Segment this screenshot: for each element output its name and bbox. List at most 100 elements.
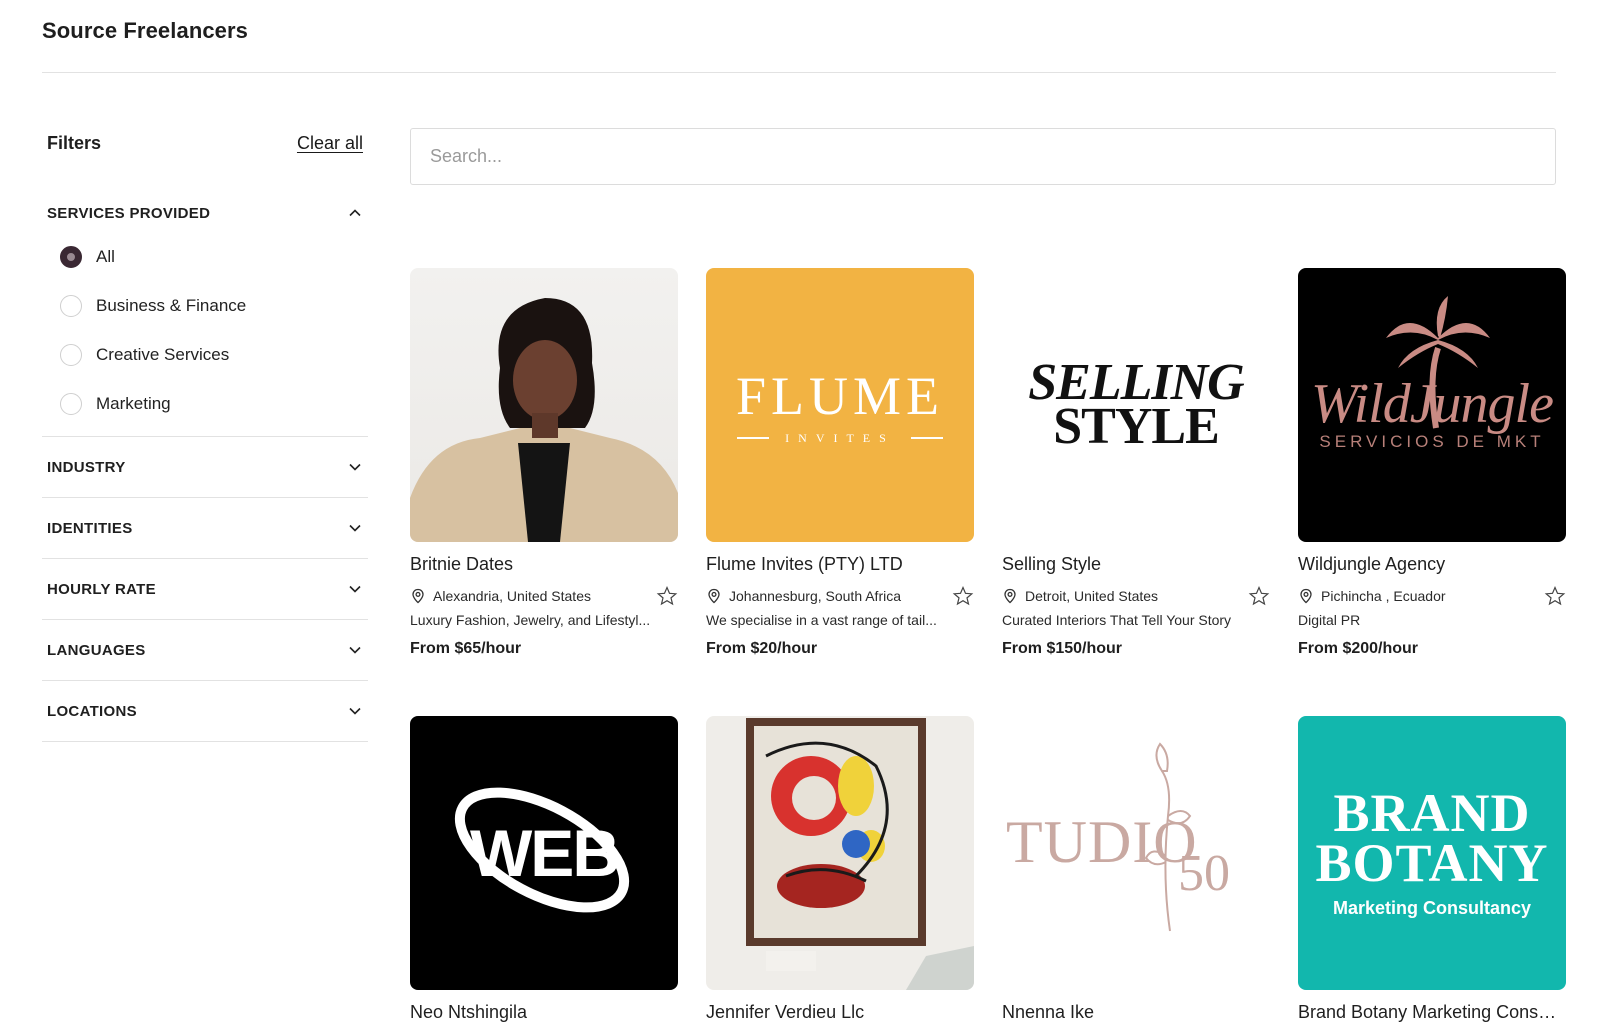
card-name[interactable]: Brand Botany Marketing Consul... xyxy=(1298,1002,1566,1023)
logo-subtext: SERVICIOS DE MKT xyxy=(1319,432,1545,451)
freelancer-card[interactable]: WildJungle SERVICIOS DE MKT Wildjungle A… xyxy=(1298,268,1566,658)
card-meta: Johannesburg, South Africa xyxy=(706,585,974,607)
logo-text: STYLE xyxy=(1053,398,1220,455)
logo-subline: INVITES xyxy=(737,431,943,446)
company-logo[interactable]: WildJungle SERVICIOS DE MKT xyxy=(1298,268,1566,542)
card-location: Detroit, United States xyxy=(1002,588,1158,604)
location-pin-icon xyxy=(706,588,722,604)
logo-text: WEB xyxy=(470,816,620,890)
freelancer-card[interactable]: SELLING STYLE Selling Style Detroit, Uni… xyxy=(1002,268,1270,658)
divider xyxy=(910,437,943,439)
company-logo[interactable]: WEB xyxy=(410,716,678,990)
card-description: Curated Interiors That Tell Your Story xyxy=(1002,612,1232,628)
logo-subtext: Marketing Consultancy xyxy=(1332,897,1532,918)
card-rate: From $65/hour xyxy=(410,640,522,657)
search-input[interactable] xyxy=(411,129,1555,184)
filter-locations[interactable]: LOCATIONS xyxy=(42,681,368,742)
logo-text: WildJungle xyxy=(1311,373,1554,435)
card-meta: Detroit, United States xyxy=(1002,585,1270,607)
chevron-down-icon xyxy=(347,642,363,658)
company-logo[interactable]: TUDIO 50 xyxy=(1002,716,1270,990)
chevron-down-icon xyxy=(347,581,363,597)
card-location: Alexandria, United States xyxy=(410,588,591,604)
divider xyxy=(737,437,770,439)
service-option-creative-services[interactable]: Creative Services xyxy=(42,330,368,379)
card-name[interactable]: Britnie Dates xyxy=(410,554,678,575)
card-meta: Alexandria, United States xyxy=(410,585,678,607)
location-pin-icon xyxy=(1002,588,1018,604)
card-description: We specialise in a vast range of tail... xyxy=(706,612,937,628)
freelancer-card[interactable]: Jennifer Verdieu Llc xyxy=(706,716,974,1023)
filter-languages-title: LANGUAGES xyxy=(47,641,146,659)
card-rate: From $200/hour xyxy=(1298,640,1419,657)
location-text: Johannesburg, South Africa xyxy=(729,588,902,604)
logo-subtext: INVITES xyxy=(785,430,895,445)
radio-label: Marketing xyxy=(96,393,171,413)
filter-locations-title: LOCATIONS xyxy=(47,702,137,720)
filter-industry[interactable]: INDUSTRY xyxy=(42,437,368,498)
card-name[interactable]: Flume Invites (PTY) LTD xyxy=(706,554,974,575)
card-name[interactable]: Neo Ntshingila xyxy=(410,1002,678,1023)
service-option-all[interactable]: All xyxy=(42,232,368,281)
service-option-business-finance[interactable]: Business & Finance xyxy=(42,281,368,330)
filter-identities[interactable]: IDENTITIES xyxy=(42,498,368,559)
chevron-down-icon xyxy=(347,703,363,719)
filters-header: Filters Clear all xyxy=(42,128,368,158)
filter-identities-title: IDENTITIES xyxy=(47,519,133,537)
freelancer-card[interactable]: BRAND BOTANY Marketing Consultancy Brand… xyxy=(1298,716,1566,1023)
radio-label: All xyxy=(96,246,115,266)
logo-text: FLUME xyxy=(735,365,944,426)
chevron-down-icon xyxy=(347,459,363,475)
services-provided-toggle[interactable]: SERVICES PROVIDED xyxy=(42,198,368,228)
chevron-down-icon xyxy=(347,520,363,536)
card-meta: Pichincha , Ecuador xyxy=(1298,585,1566,607)
star-icon[interactable] xyxy=(656,585,678,607)
company-logo[interactable]: FLUME INVITES xyxy=(706,268,974,542)
radio-label: Creative Services xyxy=(96,344,230,364)
freelancer-card[interactable]: FLUME INVITES Flume Invites (PTY) LTD Jo… xyxy=(706,268,974,658)
profile-photo[interactable] xyxy=(410,268,678,542)
freelancer-card[interactable]: TUDIO 50 Nnenna Ike xyxy=(1002,716,1270,1023)
services-provided-title: SERVICES PROVIDED xyxy=(47,204,211,222)
location-text: Pichincha , Ecuador xyxy=(1321,588,1446,604)
company-logo[interactable]: BRAND BOTANY Marketing Consultancy xyxy=(1298,716,1566,990)
card-location: Pichincha , Ecuador xyxy=(1298,588,1446,604)
filter-industry-title: INDUSTRY xyxy=(47,458,126,476)
logo-text: BRAND xyxy=(1333,782,1531,843)
radio-marketing[interactable] xyxy=(60,392,82,415)
card-description: Digital PR xyxy=(1298,612,1361,628)
card-name[interactable]: Jennifer Verdieu Llc xyxy=(706,1002,974,1023)
page-title: Source Freelancers xyxy=(42,18,249,43)
card-name[interactable]: Nnenna Ike xyxy=(1002,1002,1270,1023)
page-header: Source Freelancers xyxy=(42,18,1556,73)
service-option-marketing[interactable]: Marketing xyxy=(42,379,368,428)
filters-title: Filters xyxy=(47,132,102,153)
star-icon[interactable] xyxy=(1248,585,1270,607)
star-icon[interactable] xyxy=(1544,585,1566,607)
radio-creative-services[interactable] xyxy=(60,343,82,366)
freelancer-card[interactable]: WEB Neo Ntshingila xyxy=(410,716,678,1023)
card-name[interactable]: Wildjungle Agency xyxy=(1298,554,1566,575)
logo-number: 50 xyxy=(1178,845,1230,902)
radio-label: Business & Finance xyxy=(96,295,247,315)
freelancer-card[interactable]: Britnie Dates Alexandria, United States … xyxy=(410,268,678,658)
filter-accordion-list: INDUSTRY IDENTITIES HOURLY RATE LANGUAGE… xyxy=(42,436,368,742)
card-name[interactable]: Selling Style xyxy=(1002,554,1270,575)
filter-languages[interactable]: LANGUAGES xyxy=(42,620,368,681)
clear-all-link[interactable]: Clear all xyxy=(297,133,363,154)
filters-sidebar: Filters Clear all SERVICES PROVIDED All … xyxy=(42,128,368,742)
location-text: Detroit, United States xyxy=(1025,588,1159,604)
filter-hourly-rate[interactable]: HOURLY RATE xyxy=(42,559,368,620)
location-text: Alexandria, United States xyxy=(433,588,591,604)
chevron-up-icon xyxy=(347,205,363,221)
star-icon[interactable] xyxy=(952,585,974,607)
radio-all[interactable] xyxy=(60,245,82,268)
location-pin-icon xyxy=(410,588,426,604)
artwork-image[interactable] xyxy=(706,716,974,990)
card-rate: From $150/hour xyxy=(1002,640,1123,657)
services-radio-list: All Business & Finance Creative Services… xyxy=(42,232,368,428)
radio-business-finance[interactable] xyxy=(60,294,82,317)
location-pin-icon xyxy=(1298,588,1314,604)
company-logo[interactable]: SELLING STYLE xyxy=(1002,268,1270,542)
card-location: Johannesburg, South Africa xyxy=(706,588,901,604)
